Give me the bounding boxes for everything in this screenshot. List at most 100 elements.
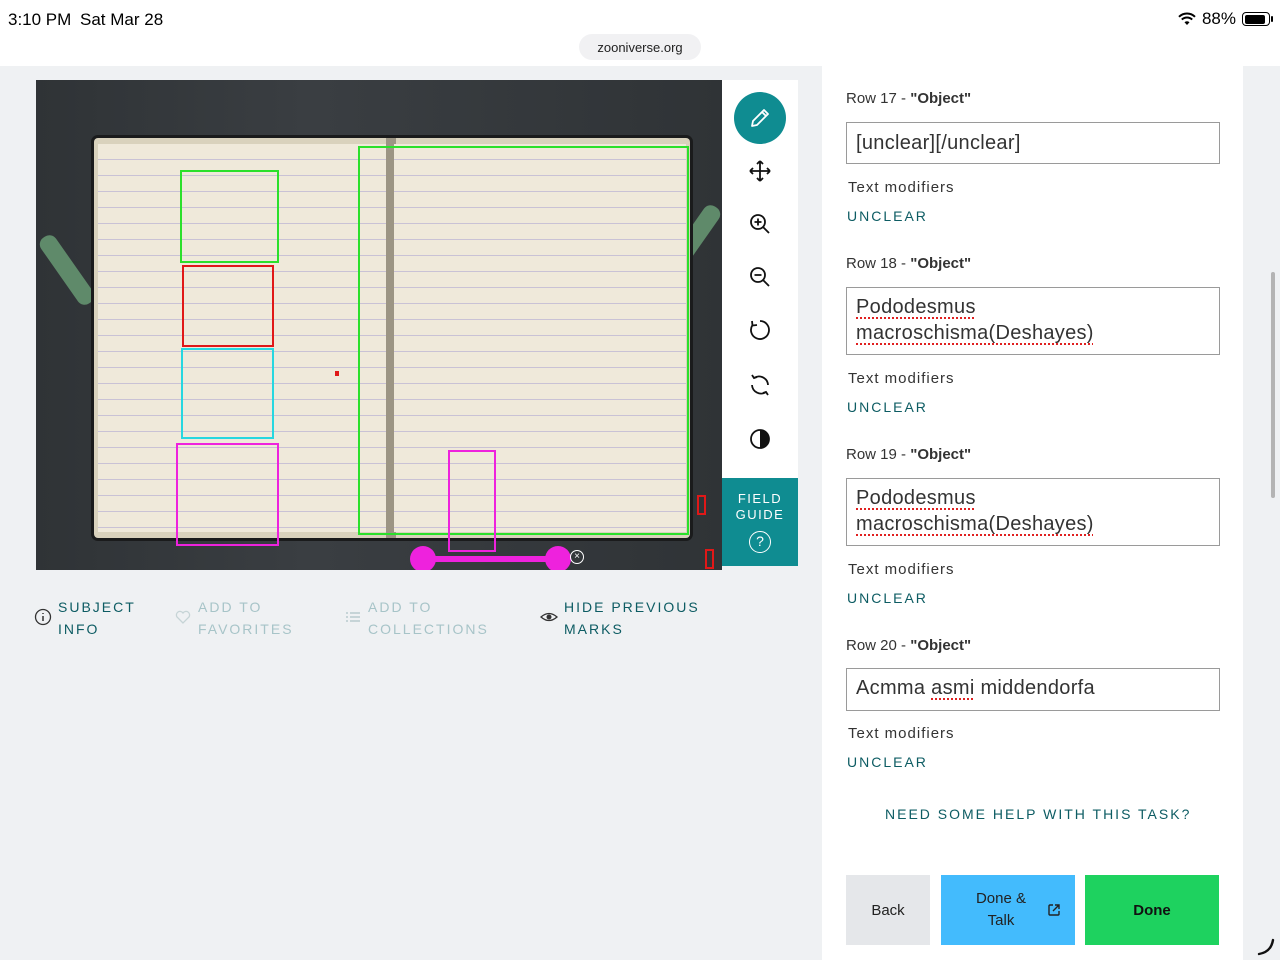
row-19-modifiers-label: Text modifiers: [848, 561, 955, 578]
move-icon: [749, 160, 771, 182]
zoom-in-icon: [750, 214, 770, 234]
row-17-modifiers-label: Text modifiers: [848, 179, 955, 196]
row-18-prefix: Row 18 -: [846, 255, 911, 272]
done-button[interactable]: Done: [1085, 875, 1219, 945]
add-to-collections-button[interactable]: ADD TO COLLECTIONS: [344, 596, 489, 640]
hide-marks-label-2: MARKS: [564, 621, 624, 637]
collections-label-1: ADD TO: [368, 599, 433, 615]
battery-icon: [1242, 12, 1273, 26]
row-18-modifiers-label: Text modifiers: [848, 370, 955, 387]
row-20-value-word-3: middendorfa: [980, 677, 1095, 699]
done-talk-label-1: Done &: [975, 890, 1027, 907]
mark-green-large[interactable]: [358, 146, 689, 535]
reset-icon: [751, 374, 769, 396]
wifi-icon: [1178, 12, 1196, 25]
mark-cyan[interactable]: [181, 348, 274, 439]
subject-info-label-1: SUBJECT: [58, 599, 136, 615]
mark-magenta-right[interactable]: [448, 450, 496, 552]
resize-corner-icon: [1257, 938, 1275, 956]
row-18-value-line-1: Pododesmus: [856, 296, 976, 318]
row-18-field: "Object": [910, 255, 972, 272]
status-time: 3:10 PM: [8, 10, 72, 29]
viewer-toolbar: [722, 80, 798, 478]
row-20-modifiers-label: Text modifiers: [848, 725, 955, 742]
row-19-value-line-1: Pododesmus: [856, 487, 976, 509]
url-bar[interactable]: zooniverse.org: [579, 34, 701, 60]
row-20-value-word-1: Acmma: [856, 677, 926, 699]
row-17-text-input[interactable]: [unclear][/unclear]: [846, 122, 1220, 164]
eye-icon: [540, 612, 558, 622]
reset-button[interactable]: [734, 359, 786, 411]
mark-handle-start[interactable]: [410, 546, 436, 570]
row-17-prefix: Row 17 -: [846, 90, 911, 107]
done-label: Done: [1133, 901, 1171, 919]
row-19-prefix: Row 19 -: [846, 446, 911, 463]
done-talk-label-2: Talk: [987, 912, 1015, 929]
field-guide-label-1: FIELD: [737, 491, 783, 506]
mark-handle-end[interactable]: [545, 546, 571, 570]
pencil-tool-button[interactable]: [734, 92, 786, 144]
status-right: 88%: [1178, 9, 1273, 29]
invert-button[interactable]: [734, 413, 786, 465]
add-to-favorites-button[interactable]: ADD TO FAVORITES: [174, 596, 294, 640]
subject-viewer[interactable]: ×: [36, 80, 722, 570]
mark-red-small-1[interactable]: [697, 495, 706, 515]
external-link-icon: [1048, 904, 1060, 916]
row-18-text-input[interactable]: Pododesmus macroschisma(Deshayes): [846, 287, 1220, 355]
list-icon: [346, 612, 360, 622]
field-guide-button[interactable]: FIELD GUIDE ?: [722, 478, 798, 566]
mark-magenta-left[interactable]: [176, 443, 279, 546]
row-20-label: Row 20 - "Object": [846, 637, 971, 654]
field-guide-label-2: GUIDE: [735, 507, 785, 522]
mark-handle-bar[interactable]: [421, 556, 557, 562]
row-19-text-input[interactable]: Pododesmus macroschisma(Deshayes): [846, 478, 1220, 546]
row-19-label: Row 19 - "Object": [846, 446, 971, 463]
row-20-text-input[interactable]: Acmma asmi middendorfa: [846, 668, 1220, 711]
favorites-label-2: FAVORITES: [198, 621, 294, 637]
row-20-prefix: Row 20 -: [846, 637, 911, 654]
hide-previous-marks-button[interactable]: HIDE PREVIOUS MARKS: [540, 596, 700, 640]
mark-green-small[interactable]: [180, 170, 279, 263]
row-19-value-line-2: macroschisma(Deshayes): [856, 513, 1094, 535]
row-20-value-word-2: asmi: [931, 677, 975, 699]
row-17-field: "Object": [910, 90, 972, 107]
row-17-unclear-button[interactable]: UNCLEAR: [847, 208, 928, 224]
subject-info-label-2: INFO: [58, 621, 100, 637]
favorites-label-1: ADD TO: [198, 599, 263, 615]
move-tool-button[interactable]: [734, 145, 786, 197]
battery-percent: 88%: [1201, 9, 1236, 28]
done-and-talk-button[interactable]: Done & Talk: [941, 875, 1075, 945]
row-17-value: [unclear][/unclear]: [856, 132, 1021, 154]
mark-red-dot[interactable]: [335, 371, 339, 376]
row-20-unclear-button[interactable]: UNCLEAR: [847, 754, 928, 770]
status-bar: 3:10 PM Sat Mar 28 88% zooniverse.org: [0, 0, 1280, 66]
back-label: Back: [871, 901, 905, 919]
mark-red[interactable]: [182, 265, 274, 347]
hide-marks-label-1: HIDE PREVIOUS: [564, 599, 700, 615]
zoom-out-icon: [750, 267, 770, 287]
pencil-icon: [751, 109, 769, 127]
back-button[interactable]: Back: [846, 875, 930, 945]
status-date: Sat Mar 28: [80, 10, 164, 29]
task-help-link[interactable]: NEED SOME HELP WITH THIS TASK?: [885, 806, 1191, 822]
row-18-value-line-2: macroschisma(Deshayes): [856, 322, 1094, 344]
row-17-label: Row 17 - "Object": [846, 90, 971, 107]
rotate-icon: [750, 320, 770, 340]
row-19-unclear-button[interactable]: UNCLEAR: [847, 590, 928, 606]
zoom-out-button[interactable]: [734, 251, 786, 303]
rotate-button[interactable]: [734, 304, 786, 356]
subject-info-button[interactable]: SUBJECT INFO: [34, 596, 136, 640]
row-20-field: "Object": [910, 637, 972, 654]
row-18-unclear-button[interactable]: UNCLEAR: [847, 399, 928, 415]
heart-icon: [175, 610, 191, 624]
collections-label-2: COLLECTIONS: [368, 621, 489, 637]
zoom-in-button[interactable]: [734, 198, 786, 250]
row-18-label: Row 18 - "Object": [846, 255, 971, 272]
url-text: zooniverse.org: [597, 39, 683, 55]
row-19-field: "Object": [910, 446, 972, 463]
delete-mark-icon[interactable]: ×: [570, 550, 584, 564]
info-icon: [34, 608, 52, 626]
mark-red-small-2[interactable]: [705, 549, 714, 569]
help-circle-icon: ?: [749, 531, 771, 553]
task-scrollbar[interactable]: [1271, 272, 1275, 498]
